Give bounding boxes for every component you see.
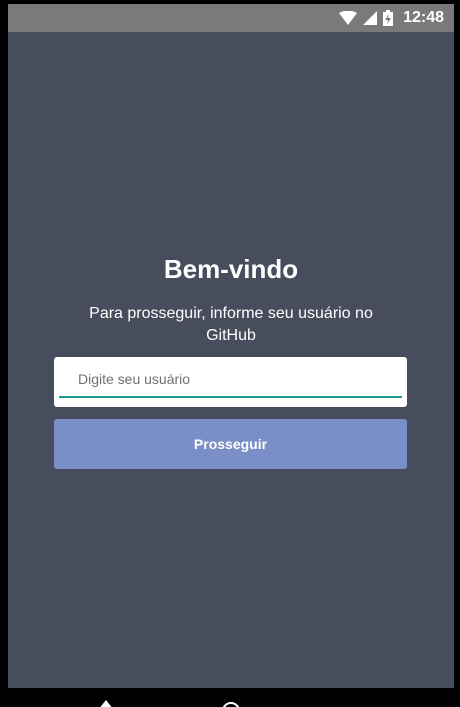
- username-field-container: [54, 357, 407, 407]
- prosseguir-button[interactable]: Prosseguir: [54, 419, 407, 469]
- welcome-title: Bem-vindo: [163, 254, 299, 284]
- status-bar: 12:48: [8, 4, 454, 32]
- navigation-bar: [0, 688, 460, 707]
- home-icon[interactable]: [222, 702, 240, 707]
- battery-charging-icon: [383, 10, 394, 26]
- input-focus-underline: [59, 396, 402, 398]
- welcome-subtitle: Para prosseguir, informe seu usuário no …: [89, 305, 373, 344]
- login-screen: Bem-vindo Para prosseguir, informe seu u…: [8, 32, 454, 688]
- wifi-icon: [339, 11, 358, 25]
- username-input[interactable]: [59, 359, 400, 399]
- signal-icon: [363, 11, 378, 25]
- status-time: 12:48: [403, 9, 444, 26]
- back-icon[interactable]: [98, 700, 114, 707]
- device-frame: 12:48 Bem-vindo Para prosseguir, informe…: [0, 0, 460, 707]
